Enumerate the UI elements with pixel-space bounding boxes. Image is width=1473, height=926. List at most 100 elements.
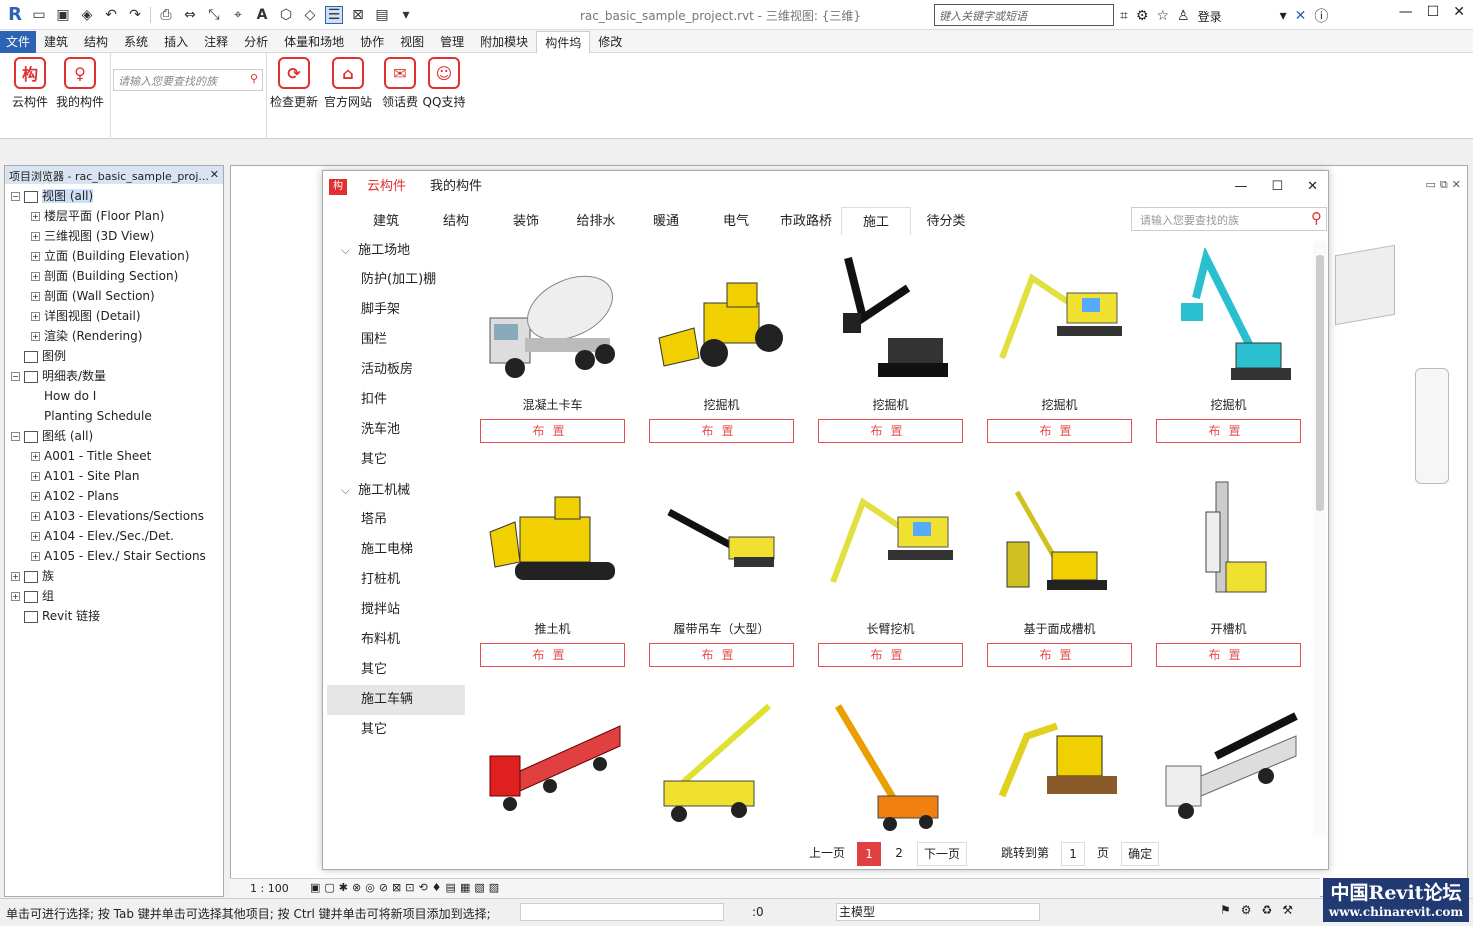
sidebar-item[interactable]: 施工车辆 — [327, 685, 465, 715]
sidebar-item[interactable]: 搅拌站 — [327, 595, 465, 625]
expand-toggle-icon[interactable]: − — [11, 432, 20, 441]
dialog-tab-1[interactable]: 云构件 — [355, 171, 418, 203]
place-button[interactable]: 布置 — [480, 643, 625, 667]
place-button[interactable]: 布置 — [649, 419, 794, 443]
confirm-button[interactable]: 确定 — [1121, 842, 1160, 866]
close-icon[interactable]: ✕ — [1307, 179, 1318, 194]
browser-node[interactable]: + 楼层平面 (Floor Plan) — [5, 206, 223, 226]
family-search-input[interactable]: 请输入您要查找的族 ⚲ — [1131, 207, 1327, 231]
sync-icon[interactable]: ◈ — [78, 6, 96, 24]
sidebar-item[interactable]: 其它 — [327, 715, 465, 745]
tab-2[interactable]: 结构 — [76, 31, 116, 53]
sidebar-item[interactable]: 洗车池 — [327, 415, 465, 445]
expand-toggle-icon[interactable]: + — [31, 472, 40, 481]
text-icon[interactable]: A — [253, 6, 271, 24]
print-icon[interactable]: ⎙ — [157, 6, 175, 24]
browser-node[interactable]: How do I — [5, 386, 223, 406]
next-page-button[interactable]: 下一页 — [917, 842, 968, 866]
search-icon[interactable]: ⚲ — [1311, 209, 1322, 227]
ribbon-button-buttons_right-0[interactable]: ⟳ 检查更新 — [268, 57, 320, 110]
place-button[interactable]: 布置 — [649, 643, 794, 667]
expand-toggle-icon[interactable]: − — [11, 192, 20, 201]
sidebar-item[interactable]: 活动板房 — [327, 355, 465, 385]
expand-toggle-icon[interactable]: + — [31, 252, 40, 261]
tag-icon[interactable]: ⌖ — [229, 6, 247, 24]
dropdown-icon[interactable]: ▾ — [1280, 8, 1287, 24]
component-thumbnail[interactable] — [480, 243, 625, 393]
tab-5[interactable]: 注释 — [196, 31, 236, 53]
sidebar-item[interactable]: 施工场地 — [327, 235, 465, 265]
browser-node[interactable]: + 渲染 (Rendering) — [5, 326, 223, 346]
selection-filter-icons[interactable]: ⚑⚙♻⚒ — [1220, 903, 1303, 917]
browser-node[interactable]: − 视图 (all) — [5, 186, 223, 206]
place-button[interactable]: 布置 — [1156, 419, 1301, 443]
expand-toggle-icon[interactable]: + — [31, 532, 40, 541]
minimize-icon[interactable]: — — [1234, 179, 1247, 194]
sidebar-item[interactable]: 防护(加工)棚 — [327, 265, 465, 295]
place-button[interactable]: 布置 — [818, 643, 963, 667]
category-tab-4[interactable]: 给排水 — [561, 207, 631, 237]
close-icon[interactable]: ✕ — [1453, 4, 1465, 20]
component-thumbnail[interactable] — [818, 467, 963, 617]
tab-3[interactable]: 系统 — [116, 31, 156, 53]
ribbon-button-buttons_left-0[interactable]: 构云构件 — [4, 57, 56, 110]
component-thumbnail[interactable] — [987, 691, 1132, 837]
category-tab-6[interactable]: 电气 — [701, 207, 771, 237]
measure-icon[interactable]: ⇔ — [181, 6, 199, 24]
category-tab-7[interactable]: 市政路桥 — [771, 207, 841, 237]
component-thumbnail[interactable] — [480, 467, 625, 617]
dimension-icon[interactable]: ⤡ — [205, 6, 223, 24]
minimize-icon[interactable]: — — [1399, 4, 1413, 20]
expand-toggle-icon[interactable]: + — [11, 592, 20, 601]
tab-4[interactable]: 插入 — [156, 31, 196, 53]
browser-node[interactable]: − 图纸 (all) — [5, 426, 223, 446]
place-button[interactable]: 布置 — [480, 419, 625, 443]
browser-node[interactable]: + 详图视图 (Detail) — [5, 306, 223, 326]
tab-9[interactable]: 视图 — [392, 31, 432, 53]
ribbon-button-buttons_right-1[interactable]: ⌂ 官方网站 — [322, 57, 374, 110]
dialog-tab-2[interactable]: 我的构件 — [418, 171, 494, 203]
expand-toggle-icon[interactable]: + — [31, 312, 40, 321]
sidebar-item[interactable]: 其它 — [327, 445, 465, 475]
revit-logo-icon[interactable]: R — [6, 4, 24, 25]
open-icon[interactable]: ▭ — [30, 6, 48, 24]
category-tab-5[interactable]: 暖通 — [631, 207, 701, 237]
component-thumbnail[interactable] — [480, 691, 625, 837]
browser-node[interactable]: + A104 - Elev./Sec./Det. — [5, 526, 223, 546]
expand-toggle-icon[interactable]: + — [31, 272, 40, 281]
3d-view-icon[interactable]: ⬡ — [277, 6, 295, 24]
category-tab-8[interactable]: 施工 — [841, 207, 911, 237]
place-button[interactable]: 布置 — [818, 419, 963, 443]
component-thumbnail[interactable] — [987, 467, 1132, 617]
page-2-button[interactable]: 2 — [887, 842, 911, 866]
grid-scrollbar[interactable] — [1313, 241, 1327, 837]
browser-node[interactable]: + 剖面 (Wall Section) — [5, 286, 223, 306]
close-icon[interactable]: ✕ — [1452, 178, 1461, 192]
page-1-button[interactable]: 1 — [857, 842, 882, 866]
save-icon[interactable]: ▣ — [54, 6, 72, 24]
star-icon[interactable]: ☆ — [1156, 8, 1169, 24]
keyword-search-input[interactable]: 键入关键字或短语 — [934, 4, 1114, 26]
help-icon[interactable]: ⓘ — [1314, 6, 1328, 26]
browser-node[interactable]: + 三维视图 (3D View) — [5, 226, 223, 246]
ribbon-button-buttons_left-1[interactable]: ♀ 我的构件 — [54, 57, 106, 110]
browser-node[interactable]: + 剖面 (Building Section) — [5, 266, 223, 286]
maximize-icon[interactable]: ☐ — [1271, 179, 1283, 194]
tab-6[interactable]: 分析 — [236, 31, 276, 53]
tab-file[interactable]: 文件 — [0, 30, 37, 53]
browser-node[interactable]: + A001 - Title Sheet — [5, 446, 223, 466]
browser-node[interactable]: Planting Schedule — [5, 406, 223, 426]
navigation-bar[interactable] — [1415, 368, 1449, 484]
browser-node[interactable]: + A101 - Site Plan — [5, 466, 223, 486]
component-thumbnail[interactable] — [649, 467, 794, 617]
sidebar-item[interactable]: 扣件 — [327, 385, 465, 415]
expand-toggle-icon[interactable]: + — [31, 332, 40, 341]
minimize-icon[interactable]: ▭ — [1426, 178, 1436, 192]
sidebar-item[interactable]: 围栏 — [327, 325, 465, 355]
dropdown-icon[interactable]: ▾ — [397, 6, 415, 24]
browser-node[interactable]: + 立面 (Building Elevation) — [5, 246, 223, 266]
switch-windows-icon[interactable]: ▤ — [373, 6, 391, 24]
scale-label[interactable]: 1 : 100 — [250, 882, 289, 895]
sidebar-item[interactable]: 布料机 — [327, 625, 465, 655]
browser-node[interactable]: + 组 — [5, 586, 223, 606]
